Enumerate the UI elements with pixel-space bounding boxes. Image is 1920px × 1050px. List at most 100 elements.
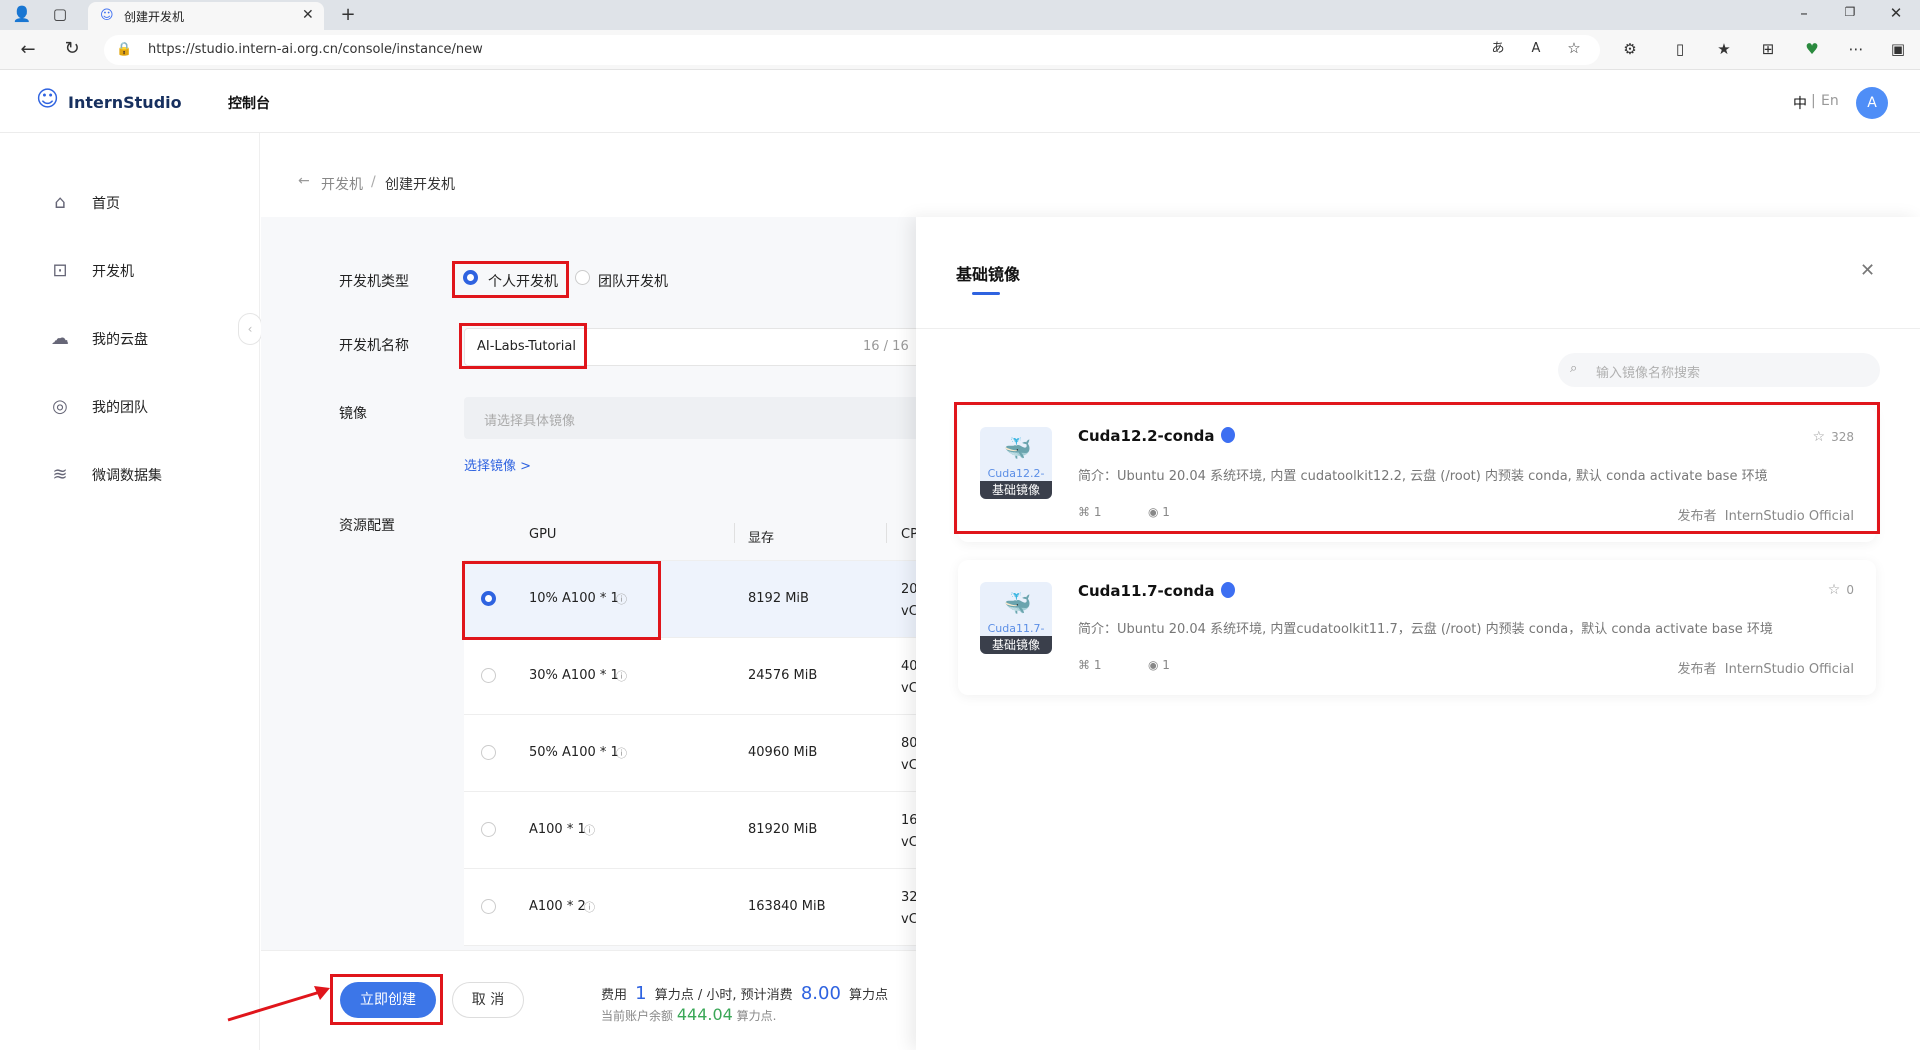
sidebar-toggle-icon[interactable]: ▣ (1886, 42, 1910, 57)
help-icon[interactable]: ⓘ (584, 822, 595, 838)
browser-tab-bar: 👤 ▢ ☺ 创建开发机 ✕ + – ❐ ✕ (0, 0, 1920, 30)
read-aloud-icon[interactable]: A (1524, 42, 1548, 55)
gpu-row[interactable]: A100 * 2 ⓘ 163840 MiB 32 vC (464, 869, 922, 946)
publisher: 发布者 InternStudio Official (1677, 662, 1854, 677)
minimize-icon[interactable]: – (1792, 6, 1816, 21)
help-icon[interactable]: ⓘ (616, 745, 627, 761)
radio-team[interactable] (575, 270, 590, 285)
gpu-row[interactable]: 50% A100 * 1 ⓘ 40960 MiB 80 vC (464, 715, 922, 792)
tab-close-icon[interactable]: ✕ (302, 7, 314, 23)
help-icon[interactable]: ⓘ (616, 668, 627, 684)
estimate-value: 8.00 (800, 983, 841, 1004)
url-field[interactable]: 🔒 https://studio.intern-ai.org.cn/consol… (104, 35, 1600, 65)
collections-icon[interactable]: ⊞ (1756, 42, 1780, 57)
image-label: 镜像 (339, 406, 367, 422)
tab-actions-icon[interactable]: ▢ (48, 7, 72, 22)
logo-icon: ☺ (36, 87, 59, 112)
translate-icon[interactable]: あ (1486, 42, 1510, 55)
cancel-button[interactable]: 取 消 (452, 982, 524, 1018)
name-label: 开发机名称 (339, 338, 409, 354)
sidebar-item-cloud-disk[interactable]: ☁ 我的云盘 (48, 321, 248, 357)
gpu-name: A100 * 1 (529, 822, 586, 837)
tab-base-images[interactable]: 基础镜像 (956, 261, 1020, 285)
star-icon: ☆ (1827, 582, 1841, 598)
new-tab-icon[interactable]: + (336, 6, 360, 24)
logo-text[interactable]: InternStudio (68, 93, 182, 112)
col-memory: 显存 (748, 531, 775, 546)
tab-underline (972, 292, 1000, 295)
type-label: 开发机类型 (339, 274, 409, 290)
type-team-label[interactable]: 团队开发机 (598, 271, 668, 291)
home-icon: ⌂ (54, 192, 66, 213)
sidebar-item-home[interactable]: ⌂ 首页 (48, 185, 248, 221)
team-icon: ◎ (52, 396, 68, 417)
image-select[interactable]: 请选择具体镜像 (464, 397, 922, 439)
gpu-memory: 24576 MiB (748, 668, 818, 683)
cloud-icon: ☁ (51, 328, 69, 349)
gpu-radio[interactable] (481, 668, 496, 683)
lang-en[interactable]: En (1821, 93, 1839, 109)
breadcrumb-separator: / (371, 174, 376, 190)
image-thumbnail: 🐳 Cuda11.7- 基础镜像 (980, 582, 1052, 654)
highlight-gpu (462, 561, 661, 640)
restore-icon[interactable]: ❐ (1838, 6, 1862, 18)
profile-icon[interactable]: 👤 (10, 7, 34, 22)
col-divider (886, 523, 887, 543)
back-icon[interactable]: ← (16, 41, 40, 59)
gpu-radio[interactable] (481, 822, 496, 837)
close-icon[interactable]: ✕ (1860, 260, 1875, 281)
gpu-memory: 8192 MiB (748, 591, 809, 606)
name-char-count: 16 / 16 (863, 339, 909, 354)
window-close-icon[interactable]: ✕ (1884, 6, 1908, 21)
reload-icon[interactable]: ↻ (60, 40, 84, 58)
docker-icon: 🐳 (1004, 592, 1032, 617)
console-link[interactable]: 控制台 (228, 93, 270, 113)
image-search-input[interactable]: ⌕ 输入镜像名称搜索 (1558, 353, 1880, 387)
search-icon: ⌕ (1570, 361, 1578, 376)
split-screen-icon[interactable]: ▯ (1668, 42, 1692, 57)
gpu-row[interactable]: A100 * 1 ⓘ 81920 MiB 16 vC (464, 792, 922, 869)
highlight-name (459, 323, 587, 369)
breadcrumb-parent[interactable]: 开发机 (321, 174, 363, 194)
more-menu-icon[interactable]: ⋯ (1844, 42, 1868, 57)
sidebar-item-datasets[interactable]: ≋ 微调数据集 (48, 457, 248, 493)
col-gpu: GPU (529, 527, 557, 542)
sidebar-item-team[interactable]: ◎ 我的团队 (48, 389, 248, 425)
gpu-radio[interactable] (481, 899, 496, 914)
tab-favicon-icon: ☺ (100, 8, 114, 23)
sidebar-item-devmachine[interactable]: ⊡ 开发机 (48, 253, 248, 289)
gpu-memory: 81920 MiB (748, 822, 818, 837)
sidebar-item-label: 开发机 (92, 264, 134, 280)
star-count[interactable]: ☆ 0 (1828, 582, 1854, 598)
gpu-radio[interactable] (481, 745, 496, 760)
avatar[interactable]: A (1856, 87, 1888, 119)
sidebar: ⌂ 首页 ⊡ 开发机 ☁ 我的云盘 ◎ 我的团队 ≋ 微调数据集 ‹ (0, 133, 262, 1050)
col-divider (734, 523, 735, 543)
lang-zh[interactable]: 中 (1793, 93, 1807, 113)
search-placeholder: 输入镜像名称搜索 (1596, 366, 1701, 381)
lock-icon: 🔒 (116, 42, 133, 57)
help-icon[interactable]: ⓘ (584, 899, 595, 915)
balance-value: 444.04 (676, 1005, 733, 1024)
image-select-placeholder: 请选择具体镜像 (484, 414, 576, 429)
view-count: ◉ 1 (1148, 658, 1170, 672)
gpu-row[interactable]: 30% A100 * 1 ⓘ 24576 MiB 40 vC (464, 638, 922, 715)
fork-count: ⌘ 1 (1078, 658, 1102, 672)
gpu-memory: 40960 MiB (748, 745, 818, 760)
lang-separator: | (1811, 93, 1816, 109)
breadcrumb-back-icon[interactable]: ← (298, 173, 310, 189)
tab-title: 创建开发机 (124, 10, 185, 24)
favorite-star-icon[interactable]: ☆ (1562, 41, 1586, 56)
browser-tab[interactable]: ☺ 创建开发机 ✕ (88, 2, 324, 30)
cost-value: 1 (635, 983, 647, 1004)
image-card[interactable]: 🐳 Cuda11.7- 基础镜像 Cuda11.7-conda 简介：Ubunt… (958, 560, 1876, 695)
extensions-icon[interactable]: ⚙ (1618, 42, 1642, 57)
terminal-icon: ⊡ (52, 260, 68, 281)
favorites-icon[interactable]: ★ (1712, 42, 1736, 57)
collapse-sidebar-icon[interactable]: ‹ (238, 313, 262, 345)
gpu-name: 50% A100 * 1 (529, 745, 619, 760)
layers-icon: ≋ (52, 464, 68, 485)
image-title: Cuda11.7-conda (1078, 582, 1235, 600)
select-image-link[interactable]: 选择镜像 > (464, 455, 531, 474)
browser-essentials-icon[interactable]: ♥ (1800, 42, 1824, 57)
